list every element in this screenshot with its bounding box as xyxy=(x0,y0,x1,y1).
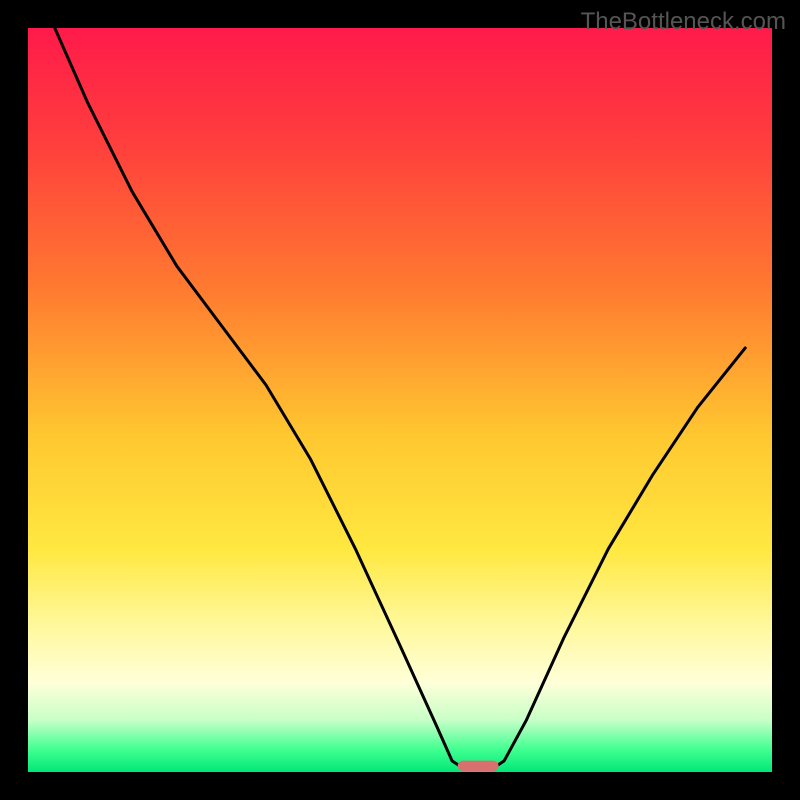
bottleneck-chart: TheBottleneck.com xyxy=(0,0,800,800)
chart-background xyxy=(28,28,772,772)
chart-svg xyxy=(0,0,800,800)
optimal-zone-marker xyxy=(458,761,499,771)
watermark-label: TheBottleneck.com xyxy=(581,8,786,36)
